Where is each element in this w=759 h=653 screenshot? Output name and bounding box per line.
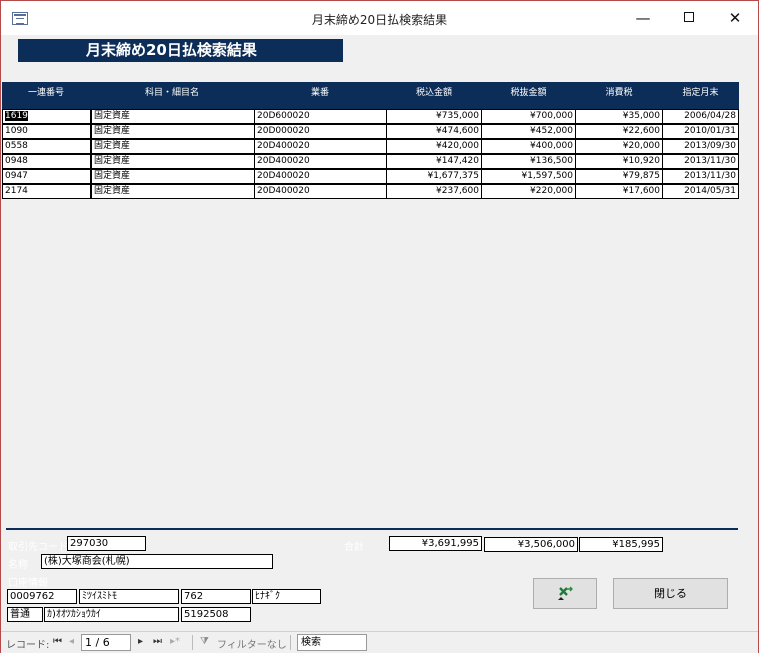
client-code-label: 取引先コード [8,542,68,553]
cell-excl[interactable]: ¥136,500 [481,154,576,169]
total-excl-field[interactable]: ¥3,506,000 [484,537,578,552]
table-row: 0558 固定資産 20D400020 ¥420,000 ¥400,000 ¥2… [2,139,739,154]
cell-tax[interactable]: ¥20,000 [575,139,663,154]
cell-incl[interactable]: ¥474,600 [386,124,482,139]
cell-date[interactable]: 2013/09/30 [662,139,739,154]
minimize-button[interactable]: — [620,1,666,35]
close-form-button[interactable]: 閉じる [613,578,728,609]
cell-incl[interactable]: ¥420,000 [386,139,482,154]
account-info-label: 口座情報 [8,578,48,589]
total-label: 合計 [344,542,364,553]
cell-code[interactable]: 20D400020 [254,154,387,169]
branch-name-field[interactable]: ﾋﾅｷﾞｸ [252,589,321,604]
cell-name[interactable]: 固定資産 [91,184,255,199]
new-record-icon[interactable]: ▸* [170,636,180,647]
cell-tax[interactable]: ¥17,600 [575,184,663,199]
cell-name[interactable]: 固定資産 [91,109,255,124]
cell-code[interactable]: 20D400020 [254,184,387,199]
branch-code-field[interactable]: 762 [181,589,251,604]
account-type-field[interactable]: 普通 [7,607,43,622]
cell-id[interactable]: 1619 [2,109,91,124]
column-header-id: 一連番号 [27,88,64,98]
next-record-icon[interactable]: ▸ [138,636,143,647]
cell-excl[interactable]: ¥400,000 [481,139,576,154]
column-header-excl: 税抜金額 [510,88,547,98]
cell-code[interactable]: 20D600020 [254,109,387,124]
total-incl-field[interactable]: ¥3,691,995 [389,536,482,551]
cell-id[interactable]: 0558 [2,139,91,154]
table-row: 0947 固定資産 20D400020 ¥1,677,375 ¥1,597,50… [2,169,739,184]
column-header-code: 業番 [310,88,329,98]
cell-code[interactable]: 20D400020 [254,169,387,184]
table-row: 0948 固定資産 20D400020 ¥147,420 ¥136,500 ¥1… [2,154,739,169]
account-number-field[interactable]: 5192508 [181,607,251,622]
cell-id[interactable]: 0947 [2,169,91,184]
close-window-button[interactable]: ✕ [712,1,758,35]
column-header-incl: 税込金額 [415,88,452,98]
cell-date[interactable]: 2014/05/31 [662,184,739,199]
column-header-bar: 一連番号 科目・細目名 業番 税込金額 税抜金額 消費税 指定月末 [2,82,739,109]
title-bar: 月末締め20日払検索結果 — ✕ [1,1,758,35]
cell-tax[interactable]: ¥35,000 [575,109,663,124]
excel-export-icon [558,586,573,600]
record-navigation-bar: レコード: ⏮ ◂ 1 / 6 ▸ ⏭ ▸* ⧩ フィルターなし 検索 [1,631,758,653]
cell-incl[interactable]: ¥147,420 [386,154,482,169]
cell-excl[interactable]: ¥700,000 [481,109,576,124]
name-label: 名称 [8,560,28,571]
cell-code[interactable]: 20D000020 [254,124,387,139]
cell-name[interactable]: 固定資産 [91,124,255,139]
cell-date[interactable]: 2013/11/30 [662,154,739,169]
column-header-date: 指定月末 [682,88,719,98]
cell-excl[interactable]: ¥452,000 [481,124,576,139]
record-label: レコード: [6,640,50,651]
cell-name[interactable]: 固定資産 [91,154,255,169]
form-title: 月末締め20日払検索結果 [18,39,343,62]
total-tax-field[interactable]: ¥185,995 [579,537,663,552]
bank-code-field[interactable]: 0009762 [7,589,77,604]
table-row: 1619 固定資産 20D600020 ¥735,000 ¥700,000 ¥3… [2,109,739,124]
cell-id[interactable]: 1090 [2,124,91,139]
cell-date[interactable]: 2010/01/31 [662,124,739,139]
cell-tax[interactable]: ¥10,920 [575,154,663,169]
cell-incl[interactable]: ¥237,600 [386,184,482,199]
cell-date[interactable]: 2013/11/30 [662,169,739,184]
maximize-icon [684,12,694,22]
first-record-icon[interactable]: ⏮ [53,636,62,647]
search-input[interactable]: 検索 [297,634,367,651]
table-row: 1090 固定資産 20D000020 ¥474,600 ¥452,000 ¥2… [2,124,739,139]
bank-name-field[interactable]: ﾐﾂｲｽﾐﾄﾓ [79,589,179,604]
last-record-icon[interactable]: ⏭ [153,636,162,647]
excel-export-button[interactable] [533,578,597,609]
cell-id[interactable]: 0948 [2,154,91,169]
column-header-tax: 消費税 [605,88,633,98]
client-code-field[interactable]: 297030 [67,536,146,551]
record-position-field[interactable]: 1 / 6 [81,634,131,651]
cell-date[interactable]: 2006/04/28 [662,109,739,124]
cell-tax[interactable]: ¥79,875 [575,169,663,184]
cell-incl[interactable]: ¥735,000 [386,109,482,124]
cell-excl[interactable]: ¥1,597,500 [481,169,576,184]
filter-icon: ⧩ [200,636,209,647]
filter-status[interactable]: フィルターなし [217,636,287,651]
cell-name[interactable]: 固定資産 [91,139,255,154]
maximize-button[interactable] [666,1,712,35]
nav-separator [192,635,193,650]
account-holder-field[interactable]: ｶ)ｵｵﾂｶｼｮｳｶｲ [44,607,179,622]
cell-id[interactable]: 2174 [2,184,91,199]
cell-incl[interactable]: ¥1,677,375 [386,169,482,184]
previous-record-icon[interactable]: ◂ [69,636,74,647]
cell-tax[interactable]: ¥22,600 [575,124,663,139]
cell-name[interactable]: 固定資産 [91,169,255,184]
access-window: 月末締め20日払検索結果 — ✕ 月末締め20日払検索結果 一連番号 科目・細目… [0,0,759,653]
nav-separator [290,635,291,650]
cell-excl[interactable]: ¥220,000 [481,184,576,199]
footer-divider [6,528,738,530]
client-name-field[interactable]: (株)大塚商会(札幌) [41,554,273,569]
table-row: 2174 固定資産 20D400020 ¥237,600 ¥220,000 ¥1… [2,184,739,199]
cell-code[interactable]: 20D400020 [254,139,387,154]
column-header-name: 科目・細目名 [144,88,199,98]
